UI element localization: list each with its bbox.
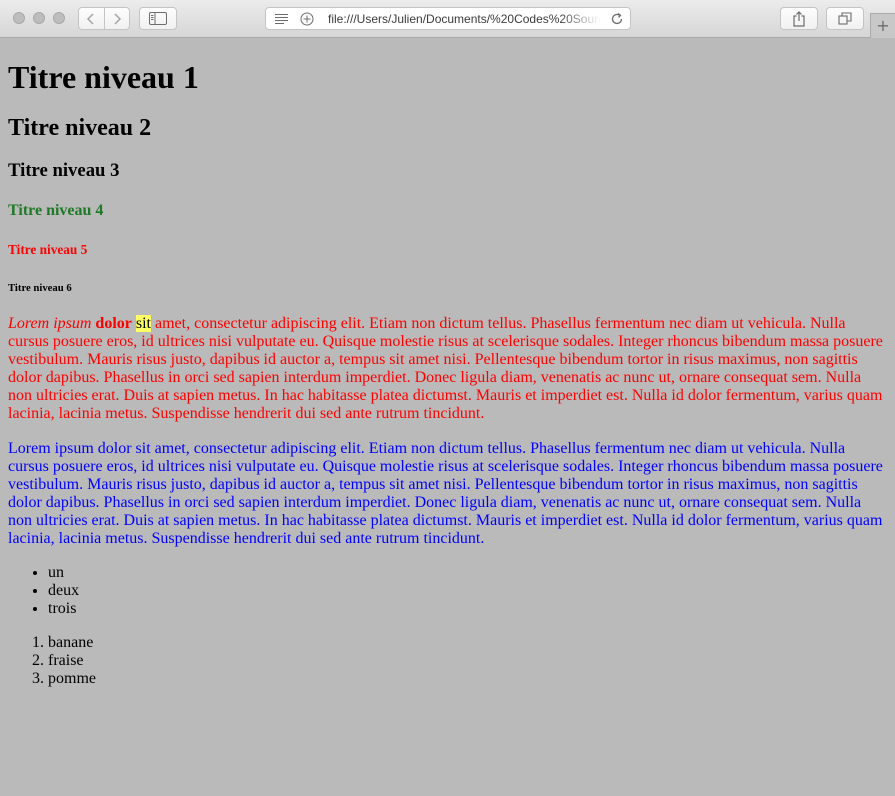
heading-level-5: Titre niveau 5 <box>8 242 88 257</box>
reader-icon[interactable] <box>274 13 289 25</box>
sidebar-icon <box>149 12 167 25</box>
list-item: deux <box>48 582 887 600</box>
highlighted-text: sit <box>135 315 151 332</box>
navigation-buttons <box>78 7 130 30</box>
heading-level-1: Titre niveau 1 <box>8 59 199 95</box>
heading-level-3: Titre niveau 3 <box>8 160 120 181</box>
browser-window: file:///Users/Julien/Documents/%20Codes%… <box>0 0 895 796</box>
back-button[interactable] <box>79 8 104 29</box>
italic-text: Lorem ipsum <box>8 315 92 332</box>
list-item: fraise <box>48 652 887 670</box>
share-button[interactable] <box>780 7 818 30</box>
chevron-right-icon <box>114 12 121 25</box>
list-item: banane <box>48 634 887 652</box>
browser-toolbar: file:///Users/Julien/Documents/%20Codes%… <box>0 0 895 38</box>
heading-level-4: Titre niveau 4 <box>8 202 104 219</box>
unordered-list: un deux trois <box>8 564 887 618</box>
heading-level-2: Titre niveau 2 <box>8 115 152 141</box>
sidebar-toggle-button[interactable] <box>139 7 177 30</box>
bold-text: dolor <box>95 315 132 332</box>
chevron-left-icon <box>87 12 94 25</box>
new-tab-button[interactable]: + <box>870 13 895 38</box>
page-content: Titre niveau 1 Titre niveau 2 Titre nive… <box>0 38 895 796</box>
ordered-list: banane fraise pomme <box>8 634 887 688</box>
reload-icon[interactable] <box>610 12 624 26</box>
list-item: trois <box>48 600 887 618</box>
red-paragraph: Lorem ipsum dolor sit amet, consectetur … <box>8 315 887 423</box>
forward-button[interactable] <box>103 8 130 29</box>
plus-circle-icon[interactable] <box>300 12 314 26</box>
list-item: un <box>48 564 887 582</box>
heading-level-6: Titre niveau 6 <box>8 282 72 294</box>
show-tabs-button[interactable] <box>826 7 864 30</box>
blue-paragraph: Lorem ipsum dolor sit amet, consectetur … <box>8 440 883 547</box>
zoom-window-button[interactable] <box>53 12 65 24</box>
minimize-window-button[interactable] <box>33 12 45 24</box>
close-window-button[interactable] <box>13 12 25 24</box>
url-text[interactable]: file:///Users/Julien/Documents/%20Codes%… <box>328 11 600 27</box>
list-item: pomme <box>48 670 887 688</box>
share-icon <box>793 10 805 27</box>
address-bar[interactable]: file:///Users/Julien/Documents/%20Codes%… <box>265 7 631 30</box>
tabs-icon <box>838 12 852 25</box>
